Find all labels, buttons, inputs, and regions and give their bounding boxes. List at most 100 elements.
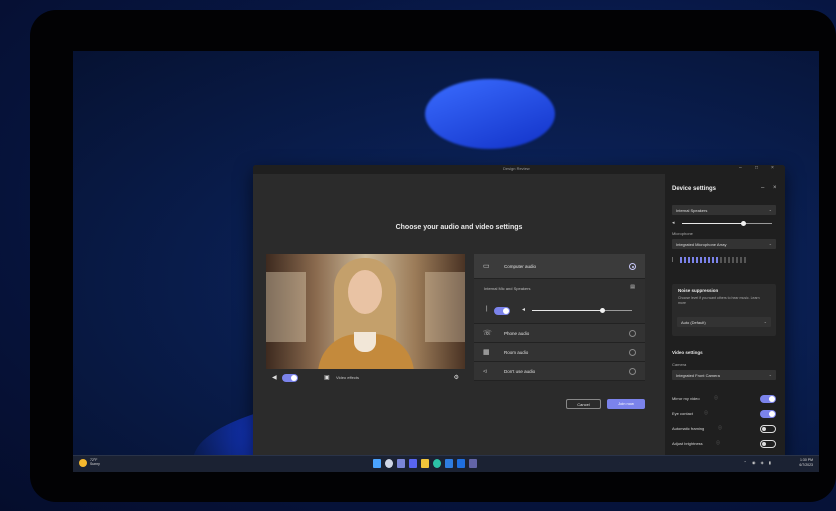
close-button[interactable]: × <box>771 165 774 171</box>
monitor-icon: ▭ <box>483 263 490 270</box>
chevron-down-icon: ⌄ <box>763 319 767 324</box>
speaker-off-icon: ◃ <box>483 368 487 375</box>
mic-level-bar <box>716 257 718 263</box>
toggle-row-brightness: Adjust brightness ⓘ <box>672 439 776 449</box>
mic-toggle[interactable] <box>494 307 510 315</box>
mic-level-bar <box>744 257 746 263</box>
volume-slider[interactable] <box>532 308 632 313</box>
mic-level-bar <box>692 257 694 263</box>
mirror-video-toggle[interactable] <box>760 395 776 403</box>
mic-level-bar <box>712 257 714 263</box>
start-icon[interactable] <box>373 459 381 468</box>
folder-icon[interactable] <box>421 459 429 468</box>
info-icon[interactable]: ⓘ <box>714 395 718 401</box>
window-titlebar: Design Review – □ × <box>253 165 785 174</box>
mic-level-bar <box>696 257 698 263</box>
radio-phone-audio[interactable] <box>629 330 636 337</box>
panel-minimize-icon[interactable]: – <box>761 185 764 191</box>
outlook-icon[interactable] <box>457 459 465 468</box>
video-effects-label[interactable]: Video effects <box>336 375 359 380</box>
clock[interactable]: 1:30 PM 6/7/2023 <box>799 458 813 467</box>
maximize-button[interactable]: □ <box>755 165 758 171</box>
info-icon[interactable]: ⓘ <box>716 440 720 446</box>
mic-level-bar <box>732 257 734 263</box>
window-title: Design Review <box>503 166 530 171</box>
eye-contact-toggle[interactable] <box>760 410 776 418</box>
camera-dropdown[interactable]: Integrated Front Camera ⌄ <box>672 370 776 380</box>
join-now-button[interactable]: Join now <box>607 399 645 409</box>
chat-icon[interactable] <box>409 459 417 468</box>
noise-suppression-dropdown[interactable]: Auto (Default) ⌄ <box>677 317 771 327</box>
video-preview <box>266 254 465 369</box>
chevron-down-icon: ⌄ <box>768 207 772 212</box>
mic-level-bar <box>740 257 742 263</box>
mic-level-meter: | <box>672 257 772 263</box>
weather-widget[interactable]: 72°F Sunny <box>90 458 100 466</box>
volume-slider-thumb[interactable] <box>599 308 605 313</box>
audio-option-phone[interactable]: ☏ Phone audio <box>474 324 645 343</box>
audio-option-room[interactable]: ▦ Room audio <box>474 343 645 362</box>
speaker-icon: ◂ <box>522 307 526 313</box>
speaker-volume-slider[interactable] <box>682 221 772 226</box>
audio-option-none[interactable]: ◃ Don't use audio <box>474 362 645 381</box>
microphone-icon: | <box>672 257 674 263</box>
noise-suppression-description: Choose level if you want others to hear … <box>678 296 760 305</box>
search-icon[interactable] <box>385 459 393 468</box>
mail-icon[interactable] <box>445 459 453 468</box>
desktop-screen: Design Review – □ × Choose your audio an… <box>73 51 819 472</box>
close-icon[interactable]: × <box>773 185 777 191</box>
radio-computer-audio[interactable] <box>629 263 636 270</box>
mic-level-bar <box>684 257 686 263</box>
camera-controls: ◀ ▣ Video effects ⚙ <box>266 372 465 384</box>
noise-suppression-box: Noise suppression Choose level if you wa… <box>672 284 776 336</box>
mic-level-bar <box>680 257 682 263</box>
adjust-brightness-toggle[interactable] <box>760 440 776 448</box>
toggle-row-mirror: Mirror my video ⓘ <box>672 394 776 404</box>
chevron-down-icon: ⌄ <box>768 372 772 377</box>
device-settings-panel: Device settings – × Internal Speakers ⌄ … <box>665 174 785 462</box>
sun-icon[interactable] <box>79 459 87 467</box>
page-title: Choose your audio and video settings <box>395 224 523 231</box>
mic-level-bar <box>736 257 738 263</box>
speaker-icon: ◂ <box>672 220 675 226</box>
mic-level-bar <box>724 257 726 263</box>
mic-level-bar <box>704 257 706 263</box>
automatic-framing-toggle[interactable] <box>760 425 776 433</box>
system-tray[interactable]: ⌃ ◉ ◈ ▮ <box>744 460 773 465</box>
teams-icon[interactable] <box>469 459 477 468</box>
toggle-row-framing: Automatic framing ⓘ <box>672 424 776 434</box>
cancel-button[interactable]: Cancel <box>566 399 601 409</box>
room-icon: ▦ <box>483 349 490 356</box>
info-icon[interactable]: ⓘ <box>704 410 708 416</box>
audio-option-computer[interactable]: ▭ Computer audio <box>474 254 645 279</box>
camera-label: Camera <box>672 362 687 367</box>
wallpaper-bloom <box>425 79 555 149</box>
chevron-down-icon: ⌄ <box>768 241 772 246</box>
mic-level-bar <box>720 257 722 263</box>
speaker-slider-thumb[interactable] <box>740 221 746 226</box>
taskbar: 72°F Sunny ⌃ ◉ ◈ ▮ 1:30 PM 6/7/2023 <box>73 455 819 472</box>
teams-prejoin-window: Design Review – □ × Choose your audio an… <box>253 165 785 462</box>
phone-icon: ☏ <box>483 330 492 337</box>
mic-level-bar <box>728 257 730 263</box>
microphone-dropdown[interactable]: Integrated Microphone Array ⌄ <box>672 239 776 249</box>
audio-options: ▭ Computer audio Internal Mic and Speake… <box>474 254 645 381</box>
mic-level-bar <box>688 257 690 263</box>
info-icon[interactable]: ⓘ <box>718 425 722 431</box>
noise-suppression-title: Noise suppression <box>678 288 719 293</box>
gear-icon[interactable]: ⚙ <box>454 374 459 381</box>
speaker-dropdown[interactable]: Internal Speakers ⌄ <box>672 205 776 215</box>
radio-no-audio[interactable] <box>629 368 636 375</box>
device-settings-icon[interactable]: ▤ <box>630 284 635 290</box>
device-settings-title: Device settings <box>672 186 717 192</box>
mic-level-bar <box>700 257 702 263</box>
video-effects-icon[interactable]: ▣ <box>324 374 330 381</box>
camera-toggle[interactable] <box>282 374 298 382</box>
browser-icon[interactable] <box>433 459 441 468</box>
computer-audio-details: Internal Mic and Speakers ▤ | ◂ <box>474 279 645 324</box>
audio-device-name: Internal Mic and Speakers <box>484 286 531 291</box>
minimize-button[interactable]: – <box>739 165 742 171</box>
microphone-label: Microphone <box>672 231 693 236</box>
radio-room-audio[interactable] <box>629 349 636 356</box>
task-view-icon[interactable] <box>397 459 405 468</box>
